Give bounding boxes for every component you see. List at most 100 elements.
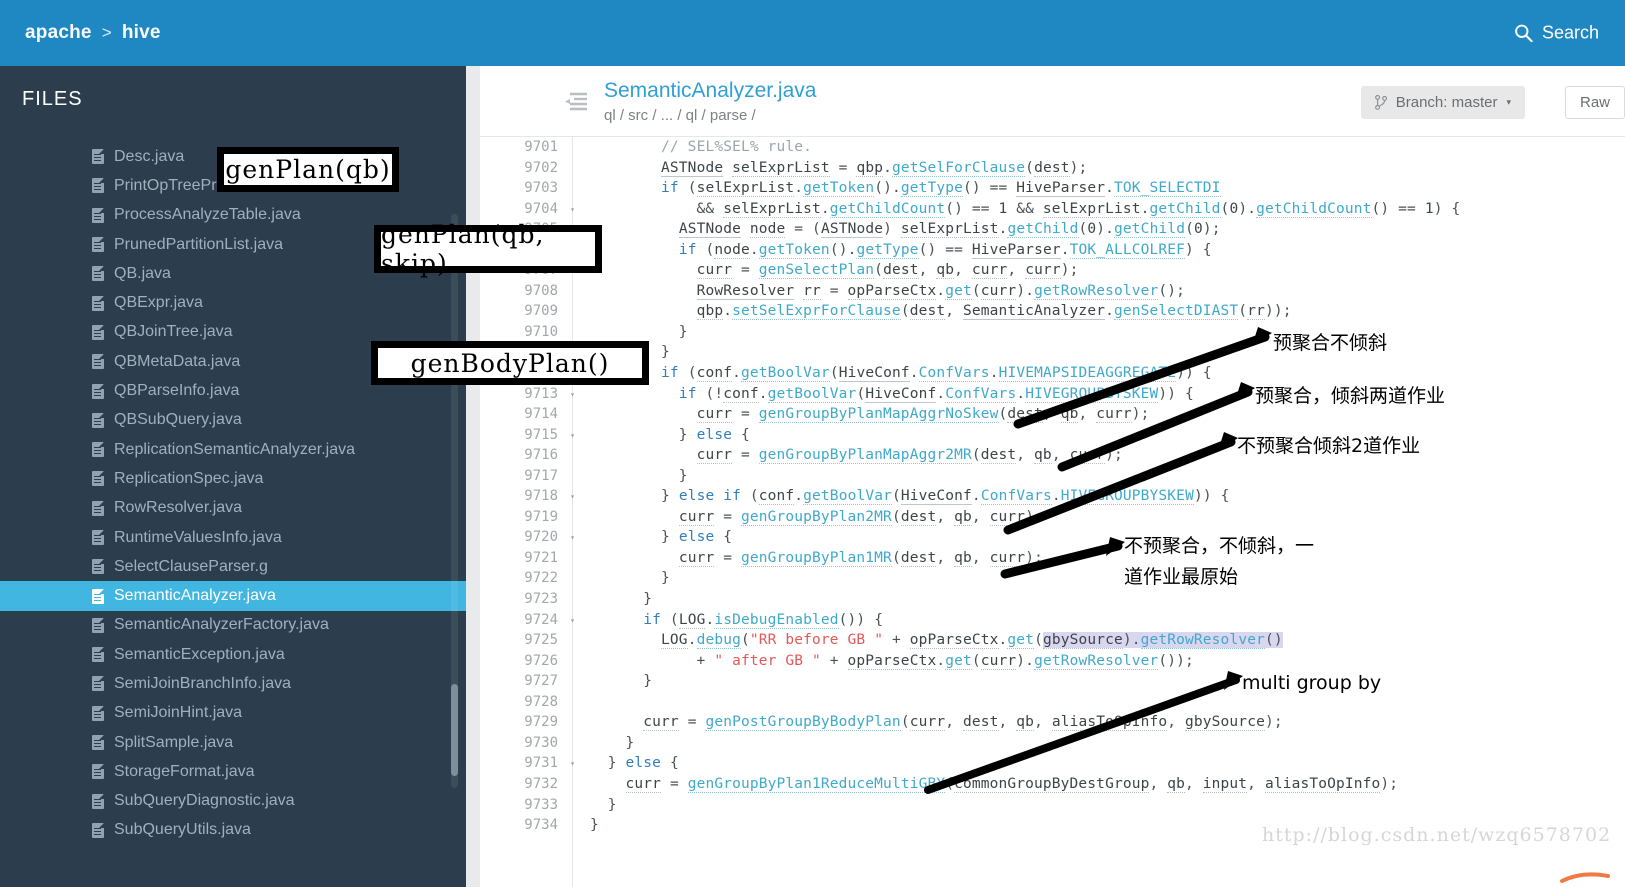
code-text: } <box>590 570 670 587</box>
line-number[interactable]: 9726 <box>480 651 566 672</box>
line-number[interactable]: 9703 <box>480 178 566 199</box>
file-list-item[interactable]: SemiJoinHint.java <box>0 699 466 728</box>
code-line: 9717 } <box>480 466 1460 487</box>
line-number[interactable]: 9710 <box>480 322 566 343</box>
raw-button[interactable]: Raw <box>1564 86 1625 119</box>
file-list-item[interactable]: ReplicationSpec.java <box>0 464 466 493</box>
fold-caret-icon[interactable]: ▾ <box>570 528 575 549</box>
fold-caret-icon[interactable]: ▾ <box>570 426 575 447</box>
file-list-item-label: StorageFormat.java <box>114 762 255 780</box>
line-number[interactable]: 9723 <box>480 589 566 610</box>
code-text: curr = genGroupByPlanMapAggr2MR(dest, qb… <box>696 447 1123 465</box>
breadcrumb-org[interactable]: apache <box>25 22 92 44</box>
line-number[interactable]: 9729 <box>480 712 566 733</box>
line-number[interactable]: 9734 <box>480 815 566 836</box>
sidebar-scrollbar[interactable] <box>451 214 458 788</box>
file-list-item[interactable]: SemanticAnalyzerFactory.java <box>0 611 466 640</box>
annotation-label-no-aggr-no-skew-1job-l1: 不预聚合，不倾斜，一 <box>1124 535 1315 557</box>
page-root: apache > hive Search FILES Desc.java Prin… <box>0 0 1625 887</box>
sidebar-scrollbar-thumb[interactable] <box>451 684 458 776</box>
file-list-item-label: Desc.java <box>114 147 185 165</box>
code-text: } else { <box>590 529 733 546</box>
outline-icon[interactable] <box>564 92 588 111</box>
file-icon <box>92 295 104 311</box>
file-list-item[interactable]: StorageFormat.java <box>0 757 466 786</box>
line-number[interactable]: 9728 <box>480 692 566 713</box>
code-line: 9719 curr = genGroupByPlan2MR(dest, qb, … <box>480 507 1460 528</box>
line-number[interactable]: 9733 <box>480 795 566 816</box>
code-line: 9704 ▾ && selExprList.getChildCount() == … <box>480 199 1460 220</box>
line-number[interactable]: 9708 <box>480 281 566 302</box>
file-icon <box>92 354 104 370</box>
file-list-item[interactable]: RowResolver.java <box>0 494 466 523</box>
code-line: 9709 qbp.setSelExprForClause(dest, Seman… <box>480 301 1460 322</box>
file-list-item[interactable]: SemanticException.java <box>0 640 466 669</box>
annotation-label-multi-group-by: multi group by <box>1242 672 1382 694</box>
file-icon <box>92 324 104 340</box>
code-text: } <box>590 734 635 751</box>
raw-label: Raw <box>1579 94 1610 111</box>
code-viewer[interactable]: 9701 // SEL%SEL% rule. 9702 ASTNode selEx… <box>480 137 1625 887</box>
line-number[interactable]: 9714 <box>480 404 566 425</box>
file-list-item[interactable]: QBExpr.java <box>0 288 466 317</box>
file-list-item[interactable]: SubQueryUtils.java <box>0 816 466 845</box>
file-list-item-label: PrunedPartitionList.java <box>114 235 283 253</box>
line-number[interactable]: 9730 <box>480 733 566 754</box>
line-number[interactable]: 9724 ▾ <box>480 610 575 631</box>
code-text: curr = genGroupByPlanMapAggrNoSkew(dest,… <box>696 406 1150 424</box>
line-number[interactable]: 9721 <box>480 548 566 569</box>
line-number[interactable]: 9716 <box>480 445 566 466</box>
file-list-item[interactable]: ReplicationSemanticAnalyzer.java <box>0 435 466 464</box>
line-number[interactable]: 9727 <box>480 671 566 692</box>
code-line: 9725 LOG.debug("RR before GB " + opParse… <box>480 630 1460 651</box>
file-icon <box>92 530 104 545</box>
line-number[interactable]: 9731 ▾ <box>480 753 575 774</box>
watermark: http://blog.csdn.net/wzq6578702 <box>1262 824 1612 846</box>
line-number[interactable]: 9701 <box>480 137 566 158</box>
code-text: curr = genGroupByPlan1ReduceMultiGBY(com… <box>625 775 1399 793</box>
search-button[interactable]: Search <box>1514 23 1599 44</box>
line-number[interactable]: 9732 <box>480 774 566 795</box>
file-list-item[interactable]: QBSubQuery.java <box>0 406 466 435</box>
line-number[interactable]: 9725 <box>480 630 566 651</box>
code-text: } <box>590 673 653 690</box>
code-line: 9705 ASTNode node = (ASTNode) selExprLis… <box>480 219 1460 240</box>
file-list-item[interactable]: SemiJoinBranchInfo.java <box>0 669 466 698</box>
file-list-item-label: SemanticAnalyzer.java <box>114 587 276 605</box>
line-number[interactable]: 9719 <box>480 507 566 528</box>
breadcrumb-separator: > <box>101 23 112 42</box>
fold-caret-icon[interactable]: ▾ <box>570 385 575 406</box>
code-line: 9701 // SEL%SEL% rule. <box>480 137 1460 158</box>
code-text: // SEL%SEL% rule. <box>661 139 813 155</box>
line-number[interactable]: 9717 <box>480 466 566 487</box>
line-number[interactable]: 9709 <box>480 301 566 322</box>
code-text: curr = genPostGroupByBodyPlan(curr, dest… <box>643 714 1283 732</box>
file-icon <box>92 735 104 751</box>
line-number[interactable]: 9713 ▾ <box>480 384 575 405</box>
line-number[interactable]: 9722 <box>480 568 566 589</box>
line-number[interactable]: 9715 ▾ <box>480 425 575 446</box>
line-number[interactable]: 9720 ▾ <box>480 527 575 548</box>
line-number[interactable]: 9702 <box>480 158 566 179</box>
file-list-item-label: QBJoinTree.java <box>114 323 233 341</box>
breadcrumb-repo[interactable]: hive <box>122 22 161 44</box>
file-list-item[interactable]: SubQueryDiagnostic.java <box>0 787 466 816</box>
fold-caret-icon[interactable]: ▾ <box>570 487 575 508</box>
file-icon <box>92 266 104 282</box>
file-icon <box>92 412 104 428</box>
file-list-item-label: ReplicationSemanticAnalyzer.java <box>114 440 356 458</box>
fold-caret-icon[interactable]: ▾ <box>570 200 575 221</box>
code-line: 9702 ASTNode selExprList = qbp.getSelFor… <box>480 158 1460 179</box>
file-icon <box>92 207 104 223</box>
line-number[interactable]: 9704 ▾ <box>480 199 575 220</box>
file-list-item[interactable]: RuntimeValuesInfo.java <box>0 523 466 552</box>
fold-caret-icon[interactable]: ▾ <box>570 611 575 632</box>
file-list-item[interactable]: SplitSample.java <box>0 728 466 757</box>
file-list-item[interactable]: SelectClauseParser.g <box>0 552 466 581</box>
file-list-item[interactable]: SemanticAnalyzer.java <box>0 581 466 611</box>
fold-caret-icon[interactable]: ▾ <box>570 754 575 775</box>
file-list-item-label: SemiJoinHint.java <box>114 704 243 722</box>
branch-selector[interactable]: Branch: master ▾ <box>1360 86 1525 119</box>
line-number[interactable]: 9718 ▾ <box>480 486 575 507</box>
panel-edge-strip <box>466 66 480 887</box>
